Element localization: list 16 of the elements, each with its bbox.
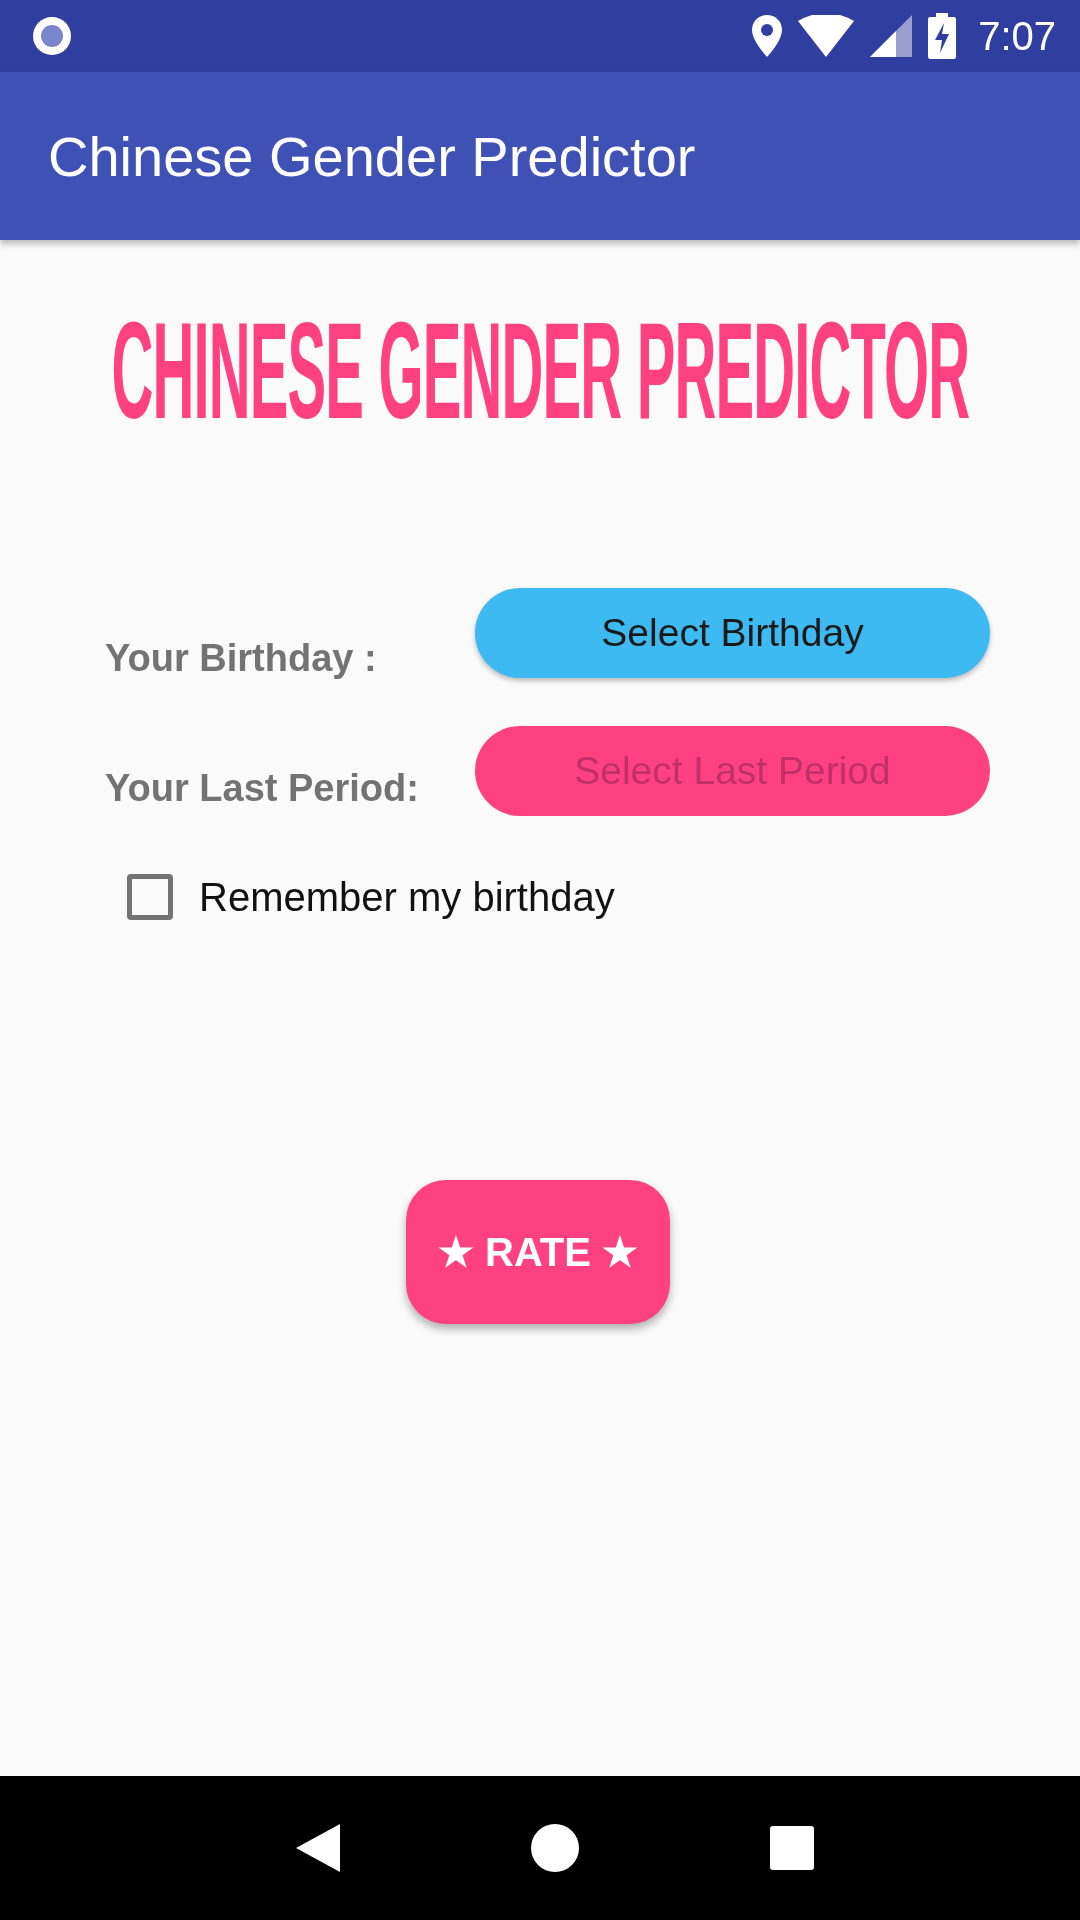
- field-label: Your Last Period:: [105, 766, 420, 810]
- date-button[interactable]: Select Birthday: [475, 587, 990, 678]
- field-label: Your Birthday :: [105, 637, 378, 680]
- home-icon[interactable]: [531, 1824, 579, 1872]
- checkbox-label[interactable]: Remember my birthday: [199, 874, 615, 920]
- checkbox[interactable]: [127, 874, 173, 920]
- recents-icon[interactable]: [770, 1826, 815, 1870]
- notification-icon: [30, 14, 74, 58]
- back-icon[interactable]: [295, 1824, 340, 1872]
- battery-icon: [928, 13, 957, 59]
- app-title: Chinese Gender Predictor: [48, 123, 696, 189]
- location-icon: [752, 15, 783, 57]
- wifi-icon: [798, 15, 855, 57]
- signal-icon: [870, 15, 913, 57]
- heading: CHINESE GENDER PREDICTOR: [111, 300, 969, 440]
- clock: 7:07: [978, 13, 1056, 59]
